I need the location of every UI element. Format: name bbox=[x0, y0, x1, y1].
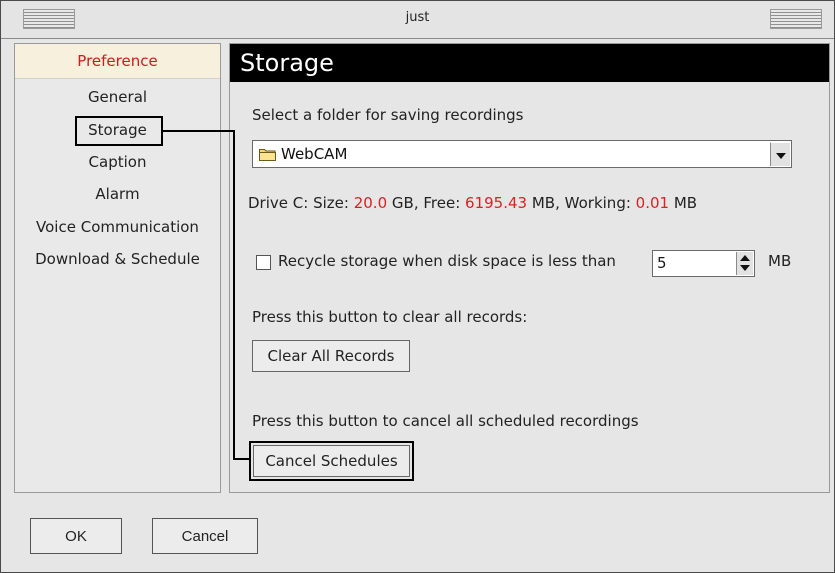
sidebar-item-download-schedule[interactable]: Download & Schedule bbox=[15, 250, 220, 268]
drive-label: Drive C: bbox=[248, 194, 309, 212]
folder-prompt: Select a folder for saving recordings bbox=[252, 106, 524, 124]
spin-buttons[interactable] bbox=[736, 252, 753, 275]
cancel-schedules-button[interactable]: Cancel Schedules bbox=[249, 441, 414, 481]
preference-sidebar: Preference General Storage Caption Alarm… bbox=[14, 43, 221, 493]
window-title: just bbox=[405, 10, 430, 25]
recycle-threshold-value[interactable]: 5 bbox=[657, 254, 667, 272]
cancel-prompt: Press this button to cancel all schedule… bbox=[252, 412, 639, 430]
title-bar[interactable]: just bbox=[1, 1, 834, 39]
ok-button[interactable]: OK bbox=[30, 518, 122, 554]
callout-connector-end bbox=[233, 458, 249, 460]
sidebar-item-general[interactable]: General bbox=[15, 88, 220, 106]
title-grip-right-icon[interactable] bbox=[770, 9, 822, 29]
free-unit: MB, bbox=[531, 194, 560, 212]
spin-up-icon[interactable] bbox=[740, 255, 750, 261]
working-unit: MB bbox=[673, 194, 698, 212]
size-unit: GB, bbox=[391, 194, 419, 212]
preferences-window: just Preference General Storage Caption … bbox=[0, 0, 835, 573]
clear-all-records-button[interactable]: Clear All Records bbox=[252, 340, 410, 372]
clear-prompt: Press this button to clear all records: bbox=[252, 308, 528, 326]
callout-connector-horizontal bbox=[163, 130, 235, 132]
recycle-unit: MB bbox=[768, 252, 792, 270]
recycle-checkbox[interactable] bbox=[256, 255, 271, 270]
working-value: 0.01 bbox=[635, 194, 670, 212]
drive-info: Drive C: Size: 20.0 GB, Free: 6195.43 MB… bbox=[248, 194, 697, 212]
size-value: 20.0 bbox=[353, 194, 388, 212]
callout-connector-vertical bbox=[233, 130, 235, 460]
storage-panel: Storage Select a folder for saving recor… bbox=[229, 43, 830, 493]
spin-down-icon[interactable] bbox=[740, 265, 750, 271]
sidebar-item-voice-communication[interactable]: Voice Communication bbox=[15, 218, 220, 236]
recycle-threshold-stepper[interactable]: 5 bbox=[652, 250, 755, 277]
folder-select-value: WebCAM bbox=[281, 145, 348, 163]
free-label: Free: bbox=[423, 194, 461, 212]
storage-highlight-box bbox=[75, 116, 163, 146]
working-label: Working: bbox=[564, 194, 631, 212]
sidebar-header: Preference bbox=[15, 44, 220, 79]
recycle-label: Recycle storage when disk space is less … bbox=[278, 252, 616, 270]
sidebar-item-caption[interactable]: Caption bbox=[15, 153, 220, 171]
free-value: 6195.43 bbox=[465, 194, 528, 212]
cancel-button[interactable]: Cancel bbox=[152, 518, 258, 554]
dropdown-arrow-icon[interactable] bbox=[770, 142, 790, 166]
sidebar-item-alarm[interactable]: Alarm bbox=[15, 185, 220, 203]
folder-select[interactable]: WebCAM bbox=[252, 140, 792, 168]
folder-icon bbox=[259, 149, 276, 161]
panel-title: Storage bbox=[230, 44, 829, 82]
size-label: Size: bbox=[313, 194, 349, 212]
